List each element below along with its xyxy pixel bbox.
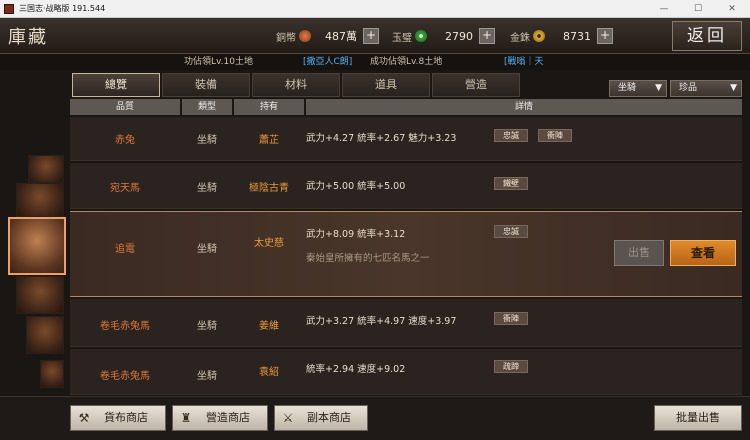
tab-equipment[interactable]: 裝備: [162, 73, 250, 97]
skill-tag[interactable]: 疏蹄: [494, 360, 528, 373]
item-description: 秦始皇所擁有的七匹名馬之一: [306, 253, 430, 264]
type-filter-value: 坐騎: [618, 83, 637, 93]
table-header: 品質 類型 持有 詳情: [70, 99, 742, 115]
add-jade-button[interactable]: +: [479, 28, 495, 44]
tab-construction[interactable]: 營造: [432, 73, 520, 97]
bottom-bar: ⚒ 貨布商店 ♜ 營造商店 ⚔ 副本商店 批量出售: [0, 396, 750, 440]
currency-label: 金銖: [510, 32, 530, 44]
ticker-text: 功佔領Lv.10土地: [184, 57, 253, 67]
mount-portrait[interactable]: [16, 276, 64, 314]
maximize-button[interactable]: ☐: [681, 0, 715, 18]
skill-tag[interactable]: 衝陣: [538, 129, 572, 142]
build-shop-button[interactable]: ♜ 營造商店: [172, 405, 268, 431]
currency-copper: 銅幣 487萬 +: [276, 26, 379, 46]
item-attributes: 武力+3.27 統率+4.97 速度+3.97: [306, 316, 457, 327]
item-type: 坐騎: [197, 183, 217, 194]
page-title: 庫藏: [8, 27, 48, 48]
currency-gold: 金銖 8731 +: [510, 26, 613, 46]
button-label: 貨布商店: [104, 411, 148, 424]
mount-portrait[interactable]: [40, 360, 64, 388]
item-attributes: 武力+5.00 統率+5.00: [306, 181, 406, 192]
tab-bar: 總覽 裝備 材料 道具 營造: [72, 73, 522, 97]
rarity-filter-value: 珍品: [679, 83, 698, 93]
sell-button[interactable]: 出售: [614, 240, 664, 266]
rarity-filter-dropdown[interactable]: 珍品 ▼: [670, 80, 742, 97]
cloth-shop-button[interactable]: ⚒ 貨布商店: [70, 405, 166, 431]
column-header[interactable]: 持有: [234, 99, 304, 115]
close-button[interactable]: ✕: [715, 0, 749, 18]
skill-tag[interactable]: 忠誠: [494, 129, 528, 142]
type-filter-dropdown[interactable]: 坐騎 ▼: [609, 80, 667, 97]
item-name: 追電: [115, 244, 135, 255]
item-type: 坐騎: [197, 371, 217, 382]
view-button[interactable]: 查看: [670, 240, 736, 266]
mount-portrait[interactable]: [28, 155, 64, 183]
column-header: 詳情: [306, 99, 742, 115]
column-header[interactable]: 品質: [70, 99, 180, 115]
item-attributes: 統率+2.94 速度+9.02: [306, 364, 406, 375]
header-bar: 庫藏 銅幣 487萬 + 玉璧 2790 + 金銖 8731 + 返回: [0, 18, 750, 54]
back-button[interactable]: 返回: [672, 21, 742, 51]
news-ticker: 功佔領Lv.10土地 [撒亞人C朗] 成功佔領Lv.8土地 [戰嗡｜天: [0, 54, 750, 70]
os-titlebar: 三国志·战略版 191.544 — ☐ ✕: [0, 0, 750, 18]
item-name: 卷毛赤兔馬: [100, 321, 150, 332]
currency-value: 2790: [445, 29, 473, 43]
currency-label: 銅幣: [276, 32, 296, 44]
mount-portrait-selected[interactable]: [8, 217, 66, 275]
jade-coin-icon: [415, 30, 427, 42]
table-row[interactable]: 宛天馬 坐騎 極陰古青 武力+5.00 統率+5.00 鐵壁: [70, 163, 742, 209]
ticker-player: [撒亞人C朗]: [303, 57, 353, 67]
item-type: 坐騎: [197, 321, 217, 332]
gold-coin-icon: [533, 30, 545, 42]
item-owner: 姜維: [259, 321, 279, 332]
app-icon: [4, 3, 14, 14]
button-label: 副本商店: [307, 411, 351, 424]
dungeon-shop-button[interactable]: ⚔ 副本商店: [274, 405, 368, 431]
bulk-sell-button[interactable]: 批量出售: [654, 405, 742, 431]
table-row[interactable]: 卷毛赤兔馬 坐騎 姜維 武力+3.27 統率+4.97 速度+3.97 衝陣: [70, 299, 742, 347]
currency-value: 487萬: [325, 30, 357, 43]
skill-tag[interactable]: 衝陣: [494, 312, 528, 325]
item-name: 卷毛赤兔馬: [100, 371, 150, 382]
button-label: 營造商店: [206, 411, 250, 424]
table-row[interactable]: 赤兔 坐騎 蕭芷 武力+4.27 統率+2.67 魅力+3.23 忠誠 衝陣: [70, 117, 742, 161]
table-row[interactable]: 卷毛赤兔馬 坐騎 袁紹 統率+2.94 速度+9.02 疏蹄: [70, 349, 742, 395]
column-header[interactable]: 類型: [182, 99, 232, 115]
item-type: 坐騎: [197, 135, 217, 146]
add-copper-button[interactable]: +: [363, 28, 379, 44]
item-owner: 極陰古青: [249, 183, 289, 194]
mount-portrait[interactable]: [26, 316, 64, 354]
item-attributes: 武力+8.09 統率+3.12: [306, 229, 406, 240]
item-owner: 袁紹: [259, 367, 279, 378]
currency-jade: 玉璧 2790 +: [392, 26, 495, 46]
ticker-text: 成功佔領Lv.8土地: [370, 57, 443, 67]
tab-overview[interactable]: 總覽: [72, 73, 160, 97]
ticker-player: [戰嗡｜天: [504, 57, 544, 67]
hammer-icon: ⚒: [78, 411, 90, 425]
currency-value: 8731: [563, 29, 591, 43]
game-window: 三国志·战略版 191.544 — ☐ ✕ 庫藏 銅幣 487萬 + 玉璧 27…: [0, 0, 750, 440]
skill-tag[interactable]: 忠誠: [494, 225, 528, 238]
dropdown-arrow-icon: ▼: [730, 83, 737, 93]
tab-items[interactable]: 道具: [342, 73, 430, 97]
mount-portrait[interactable]: [16, 183, 64, 217]
dropdown-arrow-icon: ▼: [655, 83, 662, 93]
item-owner: 蕭芷: [259, 135, 279, 146]
tab-materials[interactable]: 材料: [252, 73, 340, 97]
add-gold-button[interactable]: +: [597, 28, 613, 44]
sword-icon: ⚔: [282, 411, 294, 425]
currency-label: 玉璧: [392, 32, 412, 44]
tower-icon: ♜: [180, 411, 192, 425]
item-type: 坐騎: [197, 244, 217, 255]
table-row-selected[interactable]: 追電 坐騎 太史慈 武力+8.09 統率+3.12 忠誠 秦始皇所擁有的七匹名馬…: [70, 211, 742, 297]
minimize-button[interactable]: —: [647, 0, 681, 18]
window-title: 三国志·战略版 191.544: [19, 4, 106, 13]
skill-tag[interactable]: 鐵壁: [494, 177, 528, 190]
copper-coin-icon: [299, 30, 311, 42]
item-name: 宛天馬: [110, 183, 140, 194]
item-owner: 太史慈: [254, 238, 284, 249]
item-attributes: 武力+4.27 統率+2.67 魅力+3.23: [306, 133, 457, 144]
item-name: 赤兔: [115, 135, 135, 146]
